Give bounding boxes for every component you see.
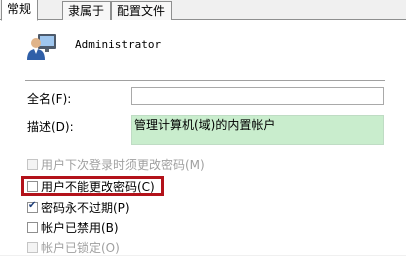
checkbox-label: 密码永不过期(P) (41, 200, 130, 215)
highlight-rectangle (21, 176, 164, 196)
tab-profile[interactable]: 配置文件 (111, 1, 173, 20)
checkbox-label: 帐户已锁定(O) (41, 240, 120, 255)
tab-member-of-label: 隶属于 (68, 4, 105, 18)
checkmark-icon: ✔ (28, 199, 37, 211)
username: Administrator (75, 38, 162, 51)
tab-profile-label: 配置文件 (117, 4, 166, 18)
checkbox-account-disabled[interactable]: 帐户已禁用(B) (27, 219, 119, 235)
user-account-icon (27, 34, 56, 60)
description-field[interactable]: 管理计算机(域)的内置帐户 (131, 115, 384, 145)
tab-member-of[interactable]: 隶属于 (62, 1, 112, 20)
checkbox-must-change-password[interactable]: 用户下次登录时须更改密码(M) (27, 156, 205, 172)
tab-general[interactable]: 常规 (1, 0, 39, 21)
tab-bar: 常规 隶属于 配置文件 (0, 0, 406, 21)
checkbox-label: 帐户已禁用(B) (41, 220, 119, 235)
tab-general-label: 常规 (7, 2, 32, 16)
checkbox-box[interactable] (27, 158, 38, 170)
checkbox-box[interactable] (27, 221, 38, 233)
checkbox-box[interactable] (27, 241, 38, 253)
checkbox-password-never-expires[interactable]: ✔ 密码永不过期(P) (27, 199, 130, 215)
divider (25, 80, 385, 82)
checkbox-label: 用户下次登录时须更改密码(M) (41, 157, 205, 172)
description-label: 描述(D): (27, 120, 74, 134)
fullname-label: 全名(F): (27, 92, 72, 106)
checkbox-box[interactable]: ✔ (27, 199, 38, 213)
fullname-field[interactable] (131, 87, 384, 105)
checkbox-account-locked[interactable]: 帐户已锁定(O) (27, 239, 120, 255)
